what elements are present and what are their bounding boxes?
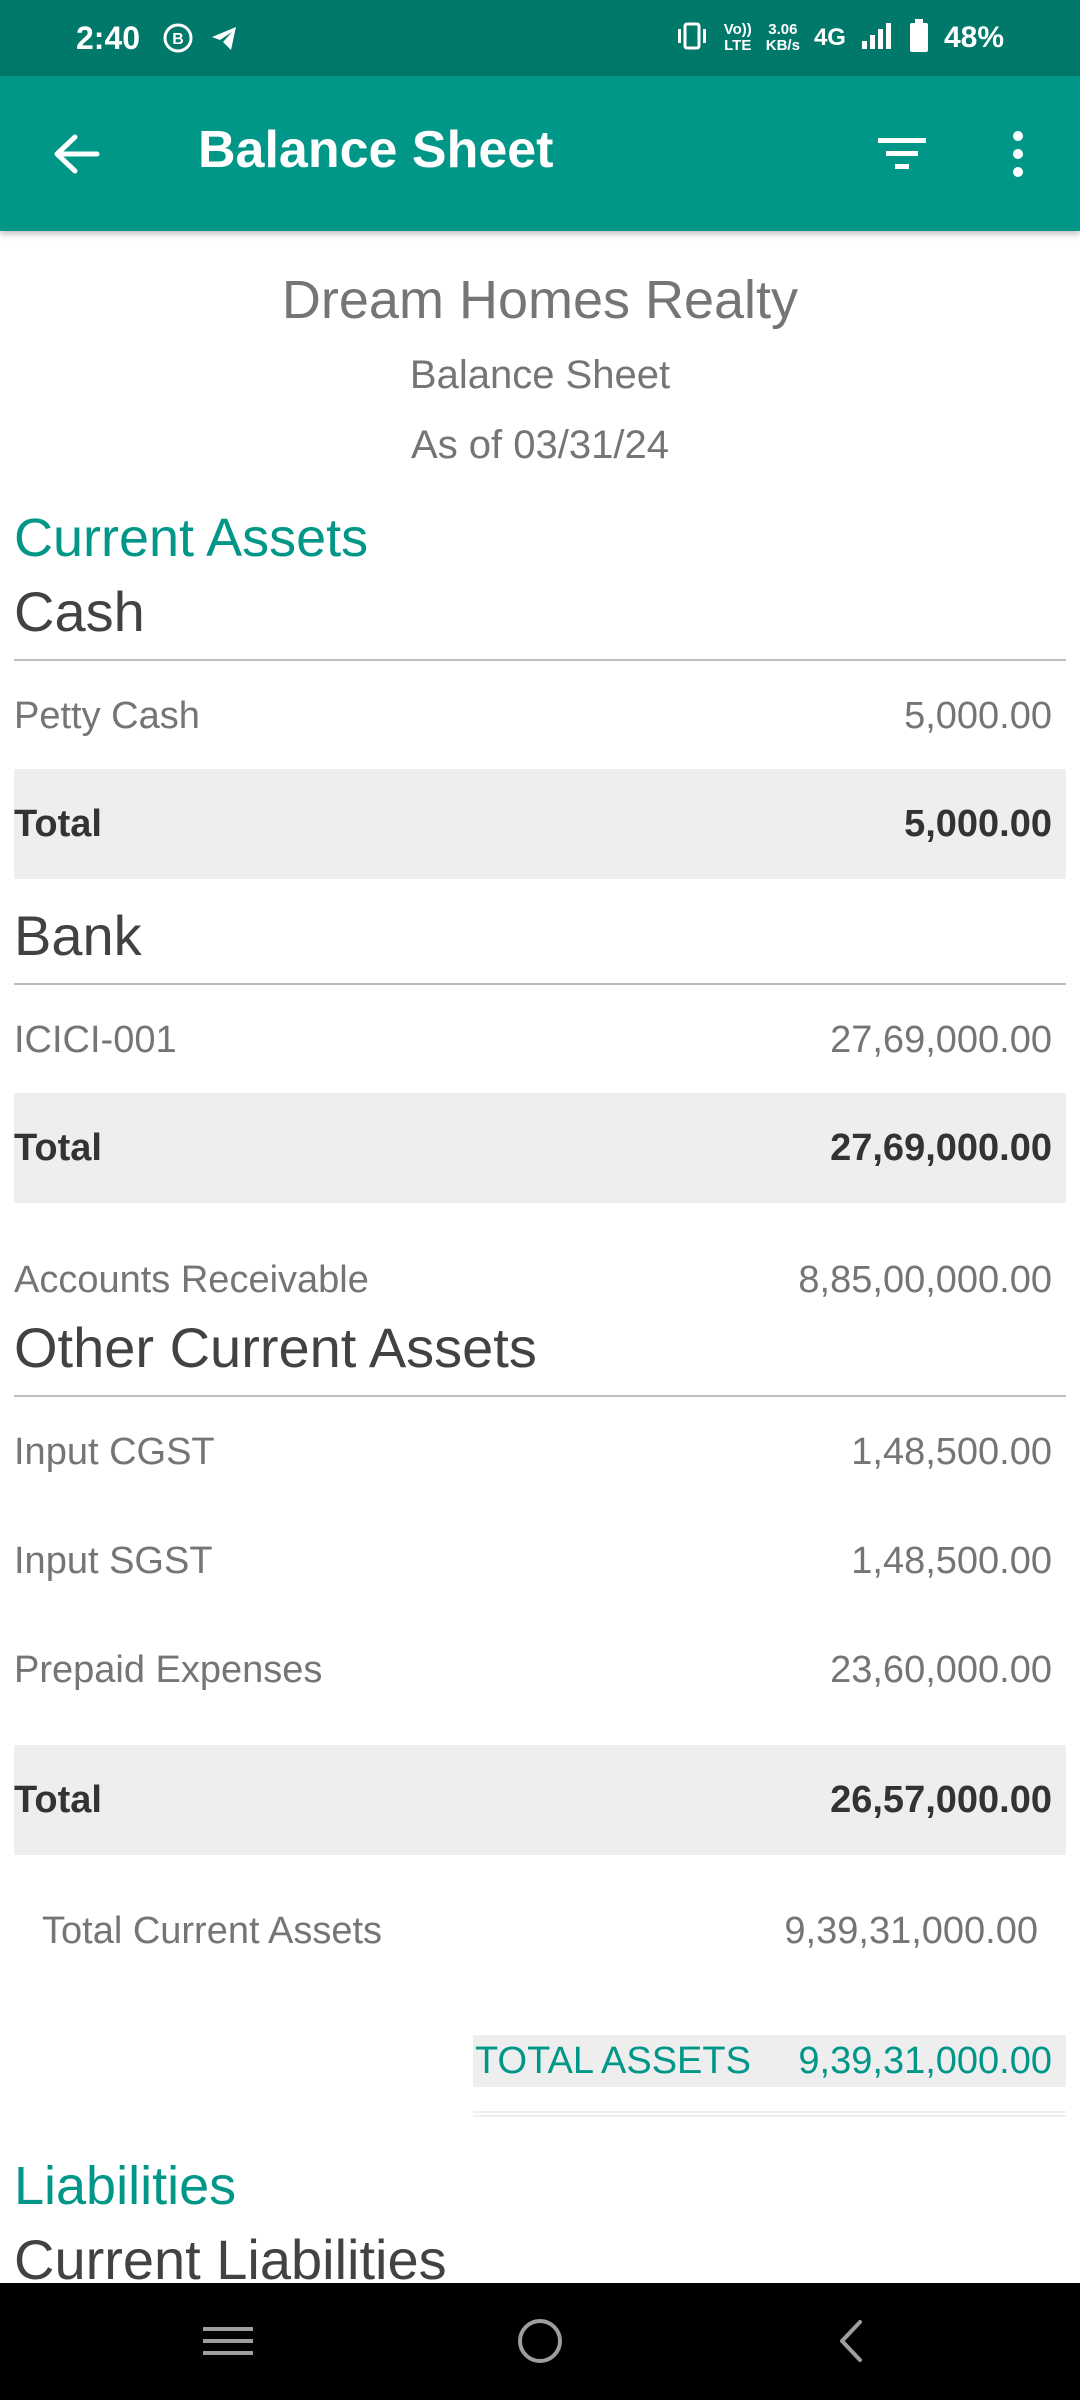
total-amount: 26,57,000.00 [830, 1778, 1052, 1821]
svg-text:B: B [172, 31, 184, 48]
row-label: Accounts Receivable [14, 1258, 369, 1301]
total-row: Total 26,57,000.00 [14, 1745, 1066, 1855]
total-label: Total [14, 802, 102, 845]
row-amount: 27,69,000.00 [830, 1018, 1052, 1061]
signal-icon [860, 21, 894, 56]
section-title-current-assets: Current Assets [14, 508, 369, 568]
row-label: Total Current Assets [42, 1909, 383, 1952]
b-circle-icon: B [162, 22, 194, 54]
more-vert-icon[interactable] [990, 124, 1046, 184]
home-icon[interactable] [500, 2311, 580, 2371]
vibrate-icon [674, 21, 710, 56]
battery-percent: 48% [943, 21, 1004, 54]
total-row: Total 5,000.00 [14, 769, 1066, 879]
row-label: Prepaid Expenses [14, 1648, 323, 1691]
total-label: Total [14, 1778, 102, 1821]
battery-icon [908, 18, 930, 58]
row-amount: 1,48,500.00 [851, 1430, 1052, 1473]
report-content[interactable]: Dream Homes Realty Balance Sheet As of 0… [0, 231, 1080, 2283]
row-label: Petty Cash [14, 694, 200, 737]
section-title-liabilities: Liabilities [14, 2156, 237, 2216]
back-arrow-icon[interactable] [46, 124, 106, 184]
report-name: Balance Sheet [409, 353, 671, 397]
group-title-other-current-assets: Other Current Assets [14, 1316, 537, 1379]
row-amount: 1,48,500.00 [851, 1539, 1052, 1582]
total-row: Total 27,69,000.00 [14, 1093, 1066, 1203]
recents-icon[interactable] [188, 2311, 268, 2371]
row-label: Input CGST [14, 1430, 215, 1473]
app-bar: Balance Sheet [0, 76, 1080, 231]
total-amount: 27,69,000.00 [830, 1126, 1052, 1169]
page-title: Balance Sheet [198, 121, 554, 179]
row-amount: 5,000.00 [904, 694, 1052, 737]
total-assets-row: TOTAL ASSETS 9,39,31,000.00 [473, 2035, 1066, 2087]
group-title-bank: Bank [14, 904, 142, 967]
total-amount: 5,000.00 [904, 802, 1052, 845]
total-label: Total [14, 1126, 102, 1169]
row-label: Input SGST [14, 1539, 213, 1582]
network-speed: 3.06 KB/s [765, 21, 800, 54]
telegram-icon [208, 22, 240, 54]
total-current-assets-row: Total Current Assets 9,39,31,000.00 [14, 1876, 1066, 1986]
table-row[interactable]: Prepaid Expenses 23,60,000.00 [14, 1615, 1066, 1725]
total-assets-label: TOTAL ASSETS [475, 2039, 751, 2082]
row-amount: 8,85,00,000.00 [798, 1258, 1052, 1301]
group-title-cash: Cash [14, 580, 145, 643]
table-row[interactable]: Input CGST 1,48,500.00 [14, 1397, 1066, 1507]
back-icon[interactable] [810, 2311, 890, 2371]
volte-indicator: Vo)) LTE [723, 21, 752, 54]
row-amount: 23,60,000.00 [830, 1648, 1052, 1691]
network-type: 4G [813, 24, 846, 51]
status-bar: 2:40 B Vo)) LTE 3.06 KB/s 4G 48% [0, 0, 1080, 76]
row-label: ICICI-001 [14, 1018, 177, 1061]
row-amount: 9,39,31,000.00 [784, 1909, 1038, 1952]
filter-icon[interactable] [870, 124, 934, 184]
status-time: 2:40 [76, 19, 141, 56]
total-assets-amount: 9,39,31,000.00 [798, 2039, 1052, 2082]
table-row[interactable]: Petty Cash 5,000.00 [14, 661, 1066, 771]
table-row[interactable]: Input SGST 1,48,500.00 [14, 1506, 1066, 1616]
group-title-current-liabilities: Current Liabilities [14, 2228, 447, 2283]
navigation-bar [0, 2283, 1080, 2400]
double-underline [473, 2111, 1066, 2117]
report-date: As of 03/31/24 [411, 423, 669, 467]
company-name: Dream Homes Realty [281, 270, 799, 330]
table-row[interactable]: ICICI-001 27,69,000.00 [14, 985, 1066, 1095]
